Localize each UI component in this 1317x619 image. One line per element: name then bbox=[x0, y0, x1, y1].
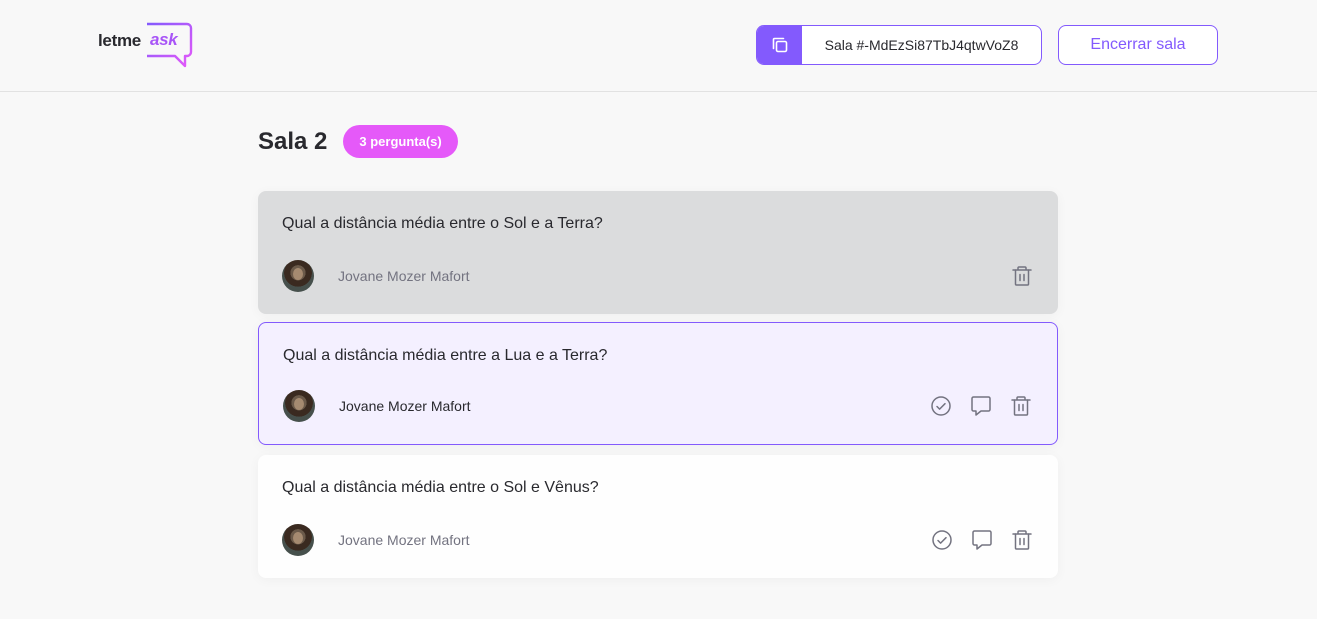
question-footer: Jovane Mozer Mafort bbox=[282, 260, 1034, 292]
answer-icon[interactable] bbox=[969, 394, 993, 418]
question-count-badge: 3 pergunta(s) bbox=[343, 125, 458, 158]
header: letme ask Sala #-MdEzSi87TbJ4qtwVoZ8 Enc… bbox=[0, 0, 1317, 92]
user-info: Jovane Mozer Mafort bbox=[282, 260, 470, 292]
author-name: Jovane Mozer Mafort bbox=[338, 532, 470, 548]
question-card: Qual a distância média entre o Sol e a T… bbox=[258, 191, 1058, 314]
question-actions bbox=[929, 394, 1033, 418]
question-footer: Jovane Mozer Mafort bbox=[282, 524, 1034, 556]
answer-icon[interactable] bbox=[970, 528, 994, 552]
room-code-text: Sala #-MdEzSi87TbJ4qtwVoZ8 bbox=[824, 37, 1019, 53]
room-code-button[interactable]: Sala #-MdEzSi87TbJ4qtwVoZ8 bbox=[756, 25, 1042, 65]
check-icon[interactable] bbox=[930, 528, 954, 552]
logo-text-letme: letme bbox=[98, 31, 141, 50]
question-footer: Jovane Mozer Mafort bbox=[283, 390, 1033, 422]
question-card: Qual a distância média entre a Lua e a T… bbox=[258, 322, 1058, 445]
delete-icon[interactable] bbox=[1009, 394, 1033, 418]
question-actions bbox=[930, 528, 1034, 552]
page-title: Sala 2 bbox=[258, 127, 328, 155]
logo-text-ask: ask bbox=[150, 30, 178, 49]
question-content: Qual a distância média entre o Sol e a T… bbox=[282, 215, 603, 232]
close-room-button[interactable]: Encerrar sala bbox=[1058, 25, 1218, 65]
delete-icon[interactable] bbox=[1010, 528, 1034, 552]
question-card: Qual a distância média entre o Sol e Vên… bbox=[258, 455, 1058, 578]
avatar bbox=[283, 390, 315, 422]
author-name: Jovane Mozer Mafort bbox=[338, 268, 470, 284]
delete-icon[interactable] bbox=[1010, 264, 1034, 288]
user-info: Jovane Mozer Mafort bbox=[282, 524, 470, 556]
question-actions bbox=[1010, 264, 1034, 288]
question-content: Qual a distância média entre a Lua e a T… bbox=[283, 347, 608, 364]
room-title-bar: Sala 2 3 pergunta(s) bbox=[258, 125, 458, 158]
avatar bbox=[282, 260, 314, 292]
avatar bbox=[282, 524, 314, 556]
question-content: Qual a distância média entre o Sol e Vên… bbox=[282, 479, 599, 496]
author-name: Jovane Mozer Mafort bbox=[339, 398, 471, 414]
check-icon[interactable] bbox=[929, 394, 953, 418]
copy-icon[interactable] bbox=[757, 26, 802, 64]
user-info: Jovane Mozer Mafort bbox=[283, 390, 471, 422]
letmeask-logo[interactable]: letme ask bbox=[97, 20, 193, 68]
